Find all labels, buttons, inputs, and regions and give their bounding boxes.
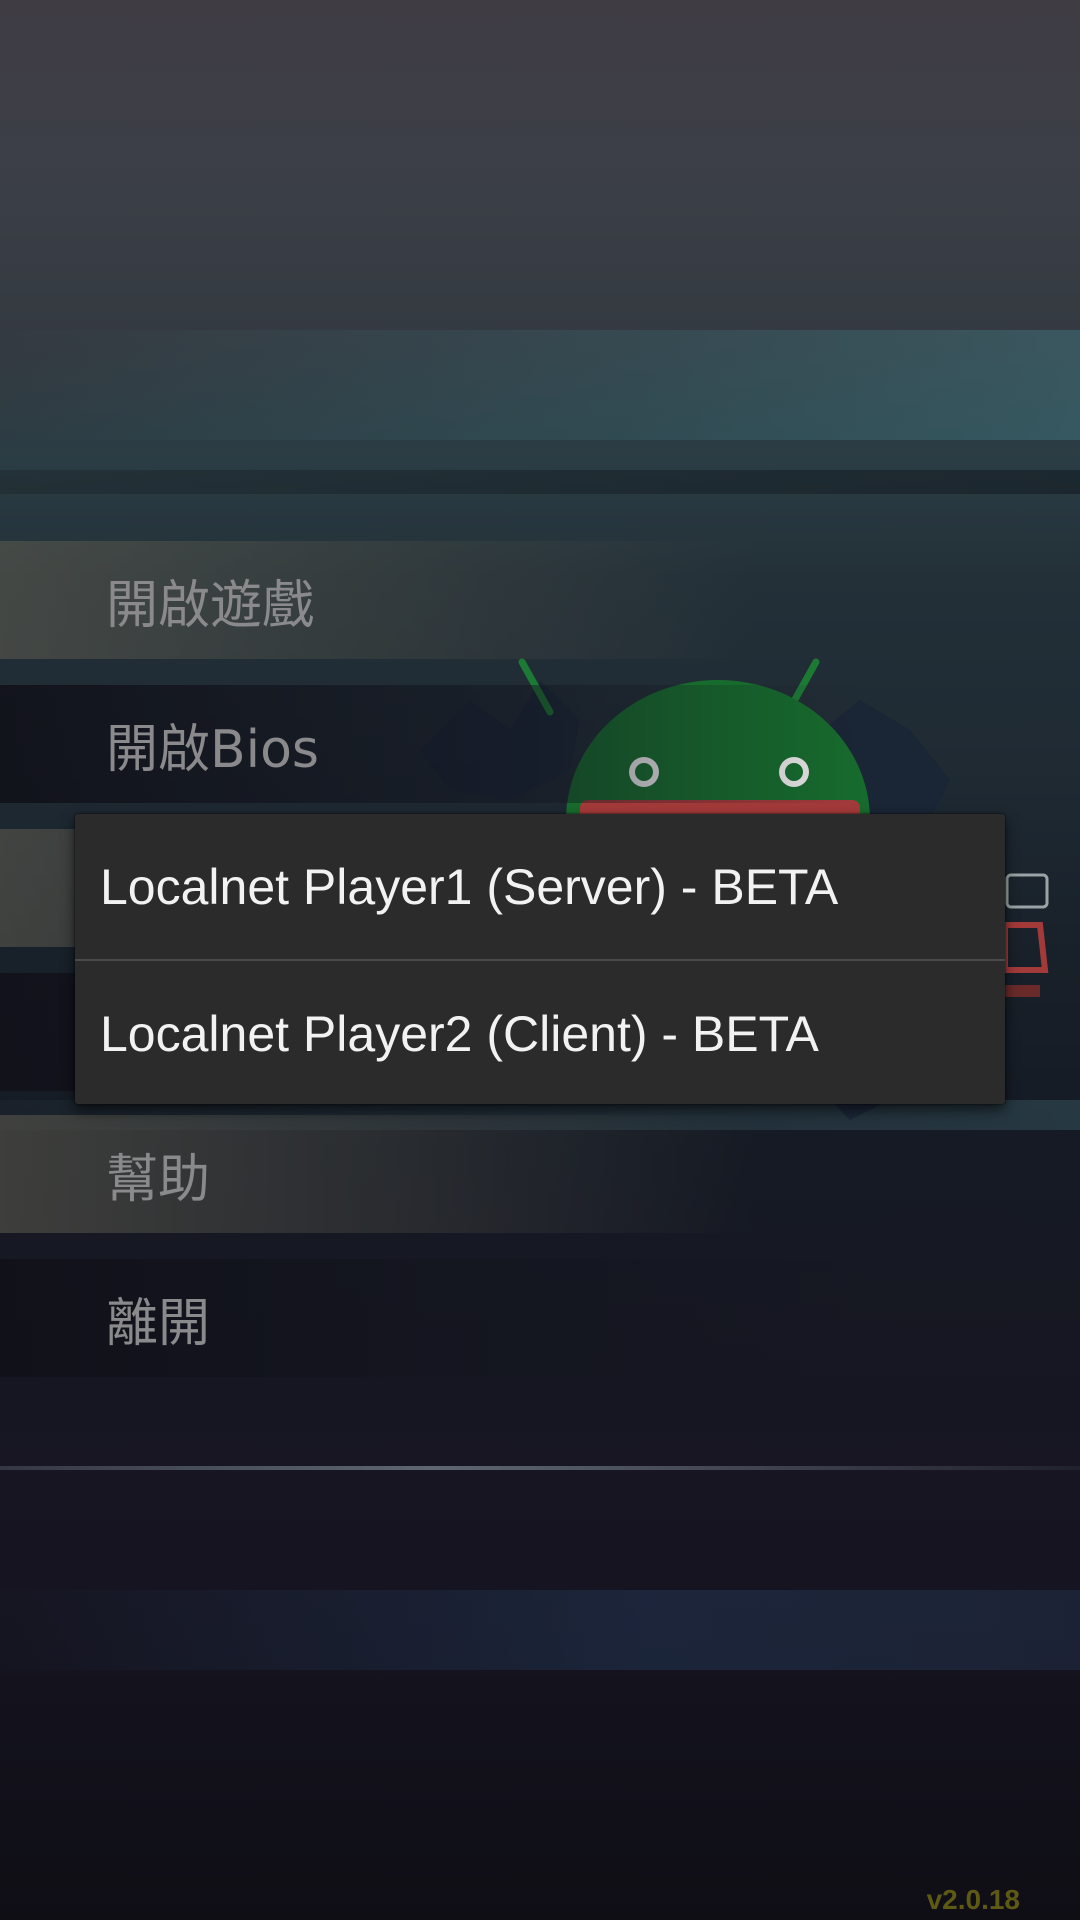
menu-item-label: 離開 xyxy=(106,1293,211,1354)
menu-item-label: 開啟遊戲 xyxy=(106,575,315,636)
bg-streak xyxy=(0,470,1080,494)
bg-streak xyxy=(0,1590,1080,1670)
localnet-player2-option[interactable]: Localnet Player2 (Client) - BETA xyxy=(75,961,1005,1106)
localnet-popup-menu: Localnet Player1 (Server) - BETA Localne… xyxy=(75,814,1005,1104)
bg-streak xyxy=(0,1466,1080,1470)
bg-streak xyxy=(0,330,1080,440)
localnet-player1-option[interactable]: Localnet Player1 (Server) - BETA xyxy=(75,814,1005,959)
version-label: v2.0.18 xyxy=(926,1884,1020,1915)
app-screen: 開啟遊戲 開啟Bios 幫助 離開 Localnet Player1 (Serv… xyxy=(0,0,1080,1920)
menu-item-open-game[interactable]: 開啟遊戲 xyxy=(0,541,1080,659)
menu-item-label: 開啟Bios xyxy=(106,719,320,780)
menu-item-exit[interactable]: 離開 xyxy=(0,1259,1080,1377)
option-label: Localnet Player2 (Client) - BETA xyxy=(100,1005,819,1062)
menu-item-open-bios[interactable]: 開啟Bios xyxy=(0,685,1080,803)
option-label: Localnet Player1 (Server) - BETA xyxy=(100,858,839,915)
menu-item-help[interactable]: 幫助 xyxy=(0,1115,1080,1233)
menu-item-label: 幫助 xyxy=(106,1149,211,1210)
